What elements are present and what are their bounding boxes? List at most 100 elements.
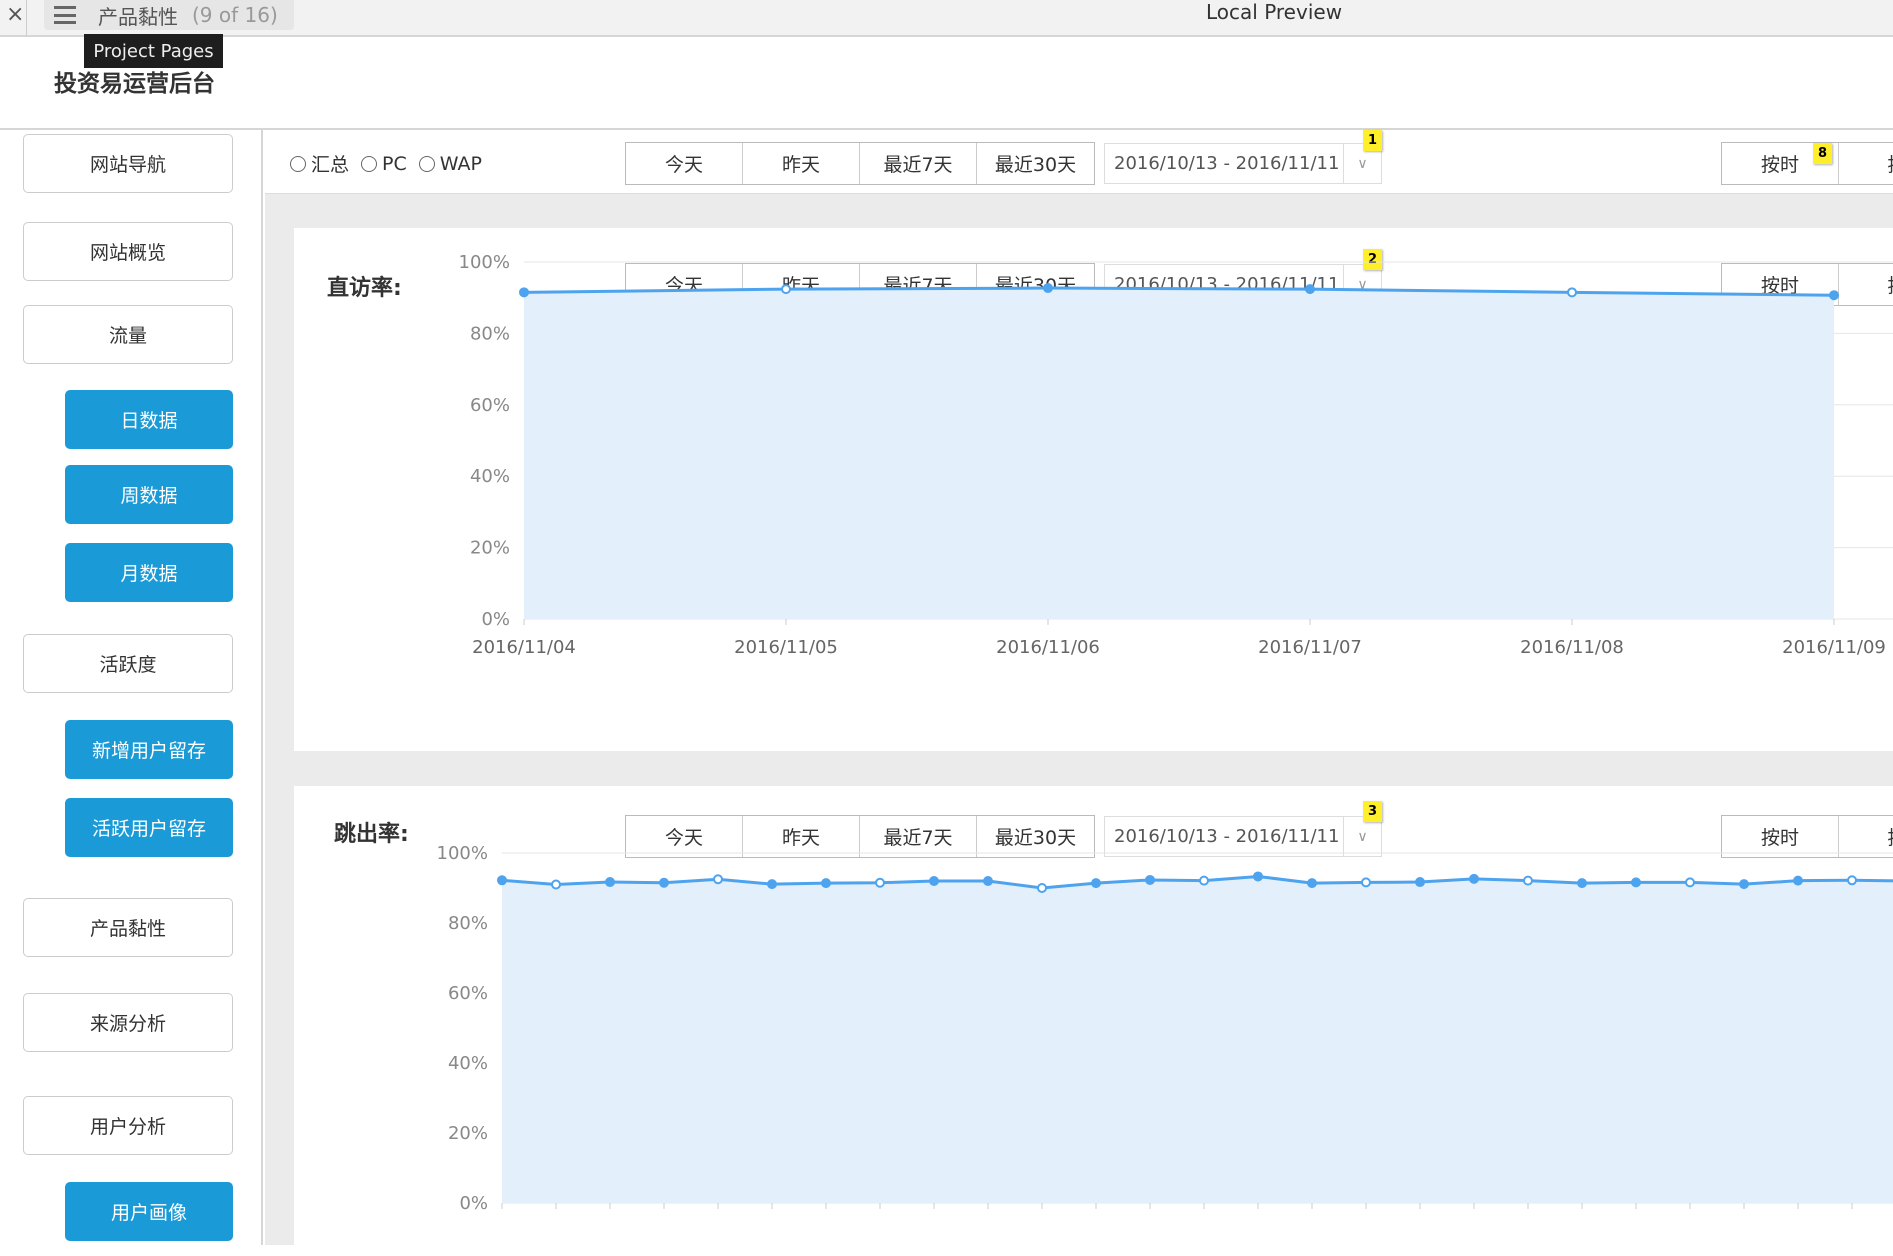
sidebar-item[interactable]: 网站概览 [23,222,233,281]
sidebar-item[interactable]: 产品黏性 [23,898,233,957]
x-tick-label: 2016/11/05 [734,637,838,658]
y-tick-label: 0% [481,609,510,630]
data-point[interactable] [767,879,777,890]
data-point[interactable] [781,284,791,295]
range-today-button[interactable]: 今天 [626,143,743,184]
y-tick-label: 60% [470,395,510,416]
close-icon[interactable]: × [6,2,24,27]
area-chart: 100% 80% 60% 40% 20% 0% 2016/11/04 2016/11/05 20… [459,252,1893,658]
radio-pc[interactable]: PC [361,153,407,175]
data-point[interactable] [1361,877,1371,888]
range-30days-button[interactable]: 最近30天 [977,143,1094,184]
y-tick-label: 40% [448,1053,488,1074]
data-point[interactable] [605,877,615,888]
radio-wap[interactable]: WAP [418,152,482,175]
data-point[interactable] [497,875,507,886]
data-point[interactable] [1307,878,1317,889]
y-tick-label: 80% [470,323,510,344]
sidebar-item[interactable]: 活跃用户留存 [65,798,233,857]
sidebar: 网站导航网站概览流量日数据周数据月数据活跃度新增用户留存 活跃用户留存产品黏性来源… [0,130,263,1245]
data-point[interactable] [1091,878,1101,889]
sidebar-item[interactable]: 流量 [23,305,233,364]
app-title: 投资易运营后台 [54,71,215,97]
data-point[interactable] [821,878,831,889]
sidebar-item[interactable]: 月数据 [65,543,233,602]
platform-radios: 汇总 PC WAP [290,150,494,177]
data-point[interactable] [551,879,561,890]
data-point[interactable] [1199,875,1209,886]
preview-toolbar: × 产品黏性 (9 of 16) Local Preview [0,0,1893,37]
main-content: 汇总 PC WAP 今天 昨天 最近7天 最近30天 2016/10/13 - … [265,130,1893,1256]
data-point[interactable] [1567,287,1577,298]
annotation-badge: 1 [1363,130,1382,151]
data-point[interactable] [1829,290,1839,301]
data-point[interactable] [1037,883,1047,893]
sidebar-item[interactable]: 来源分析 [23,993,233,1052]
annotation-badge: 8 [1813,143,1832,164]
date-range-picker[interactable]: 2016/10/13 - 2016/11/11 ∨ [1104,143,1382,184]
filter-bar: 汇总 PC WAP 今天 昨天 最近7天 最近30天 2016/10/13 - … [265,130,1893,194]
page-count: (9 of 16) [192,3,278,27]
area-fill [502,876,1893,1203]
menu-icon [54,6,76,24]
page-selector[interactable]: 产品黏性 (9 of 16) [44,0,294,30]
data-point[interactable] [875,877,885,888]
by-day-button[interactable]: 按 [1839,143,1893,184]
range-7days-button[interactable]: 最近7天 [860,143,977,184]
sidebar-item[interactable]: 用户分析 [23,1096,233,1155]
area-fill [524,288,1834,619]
page-name: 产品黏性 [98,4,178,29]
y-tick-label: 100% [459,252,510,273]
sidebar-item[interactable]: 用户画像 [65,1182,233,1241]
data-point[interactable] [1253,871,1263,882]
x-tick-label: 2016/11/09 [1782,637,1886,658]
area-chart: 100% 80% 60% 40% 20% 0% [437,843,1893,1214]
sidebar-item[interactable]: 新增用户留存 [65,720,233,779]
sidebar-item[interactable]: 周数据 [65,465,233,524]
sidebar-item[interactable]: 活跃度 [23,634,233,693]
radio-summary[interactable]: 汇总 [290,150,349,177]
granularity-buttons: 按时 按 [1721,142,1893,185]
direct-visit-rate-card: 直访率: 今天 昨天 最近7天 最近30天 2016/10/13 - 2016/11/… [294,228,1893,751]
radio-icon [418,155,435,172]
y-tick-label: 40% [470,466,510,487]
data-point[interactable] [1305,284,1315,295]
radio-label: 汇总 [311,154,350,176]
radio-icon [361,155,378,172]
bounce-rate-card: 跳出率: 今天 昨天 最近7天 最近30天 2016/10/13 - 2016/11/… [294,786,1893,1256]
data-point[interactable] [1793,875,1803,886]
radio-icon [290,155,306,172]
divider [26,0,27,36]
data-point[interactable] [1145,874,1155,885]
data-point[interactable] [1043,283,1053,294]
data-point[interactable] [1523,875,1533,886]
data-point[interactable] [983,876,993,886]
range-buttons: 今天 昨天 最近7天 最近30天 [625,142,1095,185]
tooltip: Project Pages [84,34,223,68]
sidebar-item[interactable]: 网站导航 [23,134,233,193]
y-tick-label: 20% [448,1123,488,1144]
radio-label: WAP [439,152,482,175]
window-title: Local Preview [1206,0,1343,24]
data-point[interactable] [1685,877,1695,888]
data-point[interactable] [929,876,939,886]
radio-label: PC [382,152,407,175]
data-point[interactable] [1631,877,1641,888]
date-range-value: 2016/10/13 - 2016/11/11 [1114,153,1340,174]
data-point[interactable] [1847,875,1857,886]
data-point[interactable] [1739,879,1749,890]
data-point[interactable] [519,287,529,298]
range-yesterday-button[interactable]: 昨天 [743,143,860,184]
x-tick-label: 2016/11/06 [996,637,1100,658]
sidebar-item[interactable]: 日数据 [65,390,233,449]
data-point[interactable] [1415,877,1425,888]
data-point[interactable] [659,877,669,888]
x-tick-label: 2016/11/07 [1258,637,1362,658]
y-tick-label: 20% [470,538,510,559]
data-point[interactable] [1469,873,1479,884]
y-tick-label: 60% [448,983,488,1004]
y-tick-label: 80% [448,913,488,934]
x-tick-label: 2016/11/08 [1520,637,1624,658]
data-point[interactable] [713,874,723,885]
data-point[interactable] [1577,878,1587,889]
